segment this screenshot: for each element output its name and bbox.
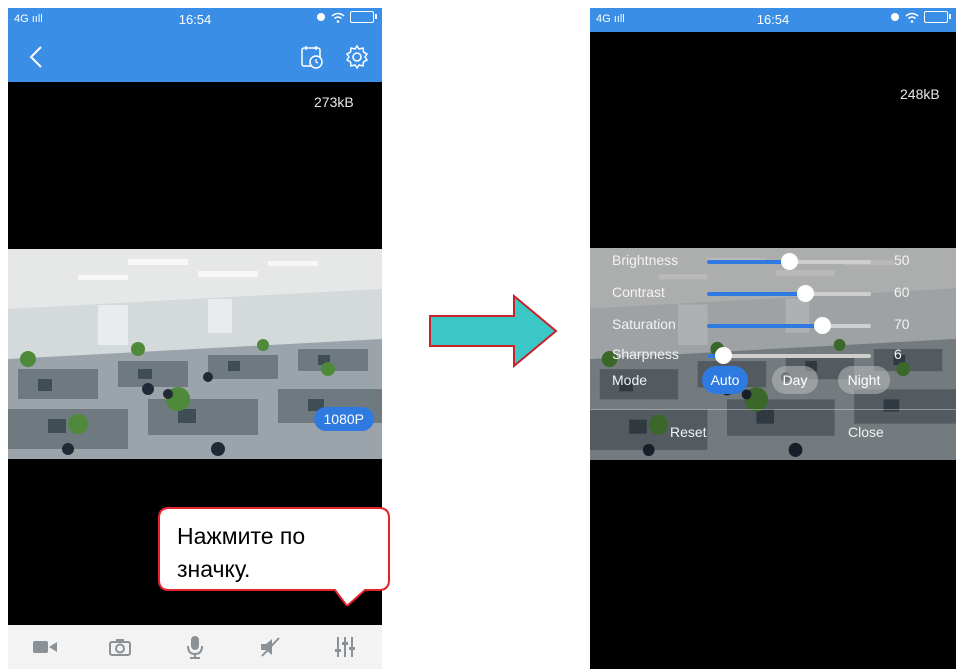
video-camera-icon — [33, 641, 58, 653]
alarm-icon — [891, 13, 899, 21]
resolution-badge[interactable]: 1080P — [313, 407, 374, 431]
live-video[interactable]: 1080P — [8, 249, 382, 459]
adjustment-value: 60 — [894, 284, 910, 300]
snapshot-button[interactable] — [102, 629, 138, 665]
adjustment-value: 6 — [894, 346, 902, 362]
adjustment-label: Saturation — [612, 316, 676, 332]
image-adjustment-panel: Brightness 50 Contrast 60 Saturation 70 … — [590, 244, 956, 456]
playback-calendar-icon[interactable] — [300, 44, 324, 70]
bottom-toolbar — [8, 625, 382, 669]
tooltip-line-2: значку. — [177, 556, 251, 582]
record-button[interactable] — [27, 629, 63, 665]
image-adjust-button[interactable] — [327, 629, 363, 665]
settings-gear-icon[interactable] — [344, 44, 370, 70]
adjustment-value: 70 — [894, 316, 910, 332]
battery-icon — [924, 11, 951, 23]
adjustment-label: Sharpness — [612, 346, 679, 362]
mode-day-button[interactable]: Day — [772, 366, 818, 394]
right-phone-screen: 4G ııll 16:54 248kB Brightness 50 Contra… — [590, 8, 956, 669]
talk-button[interactable] — [177, 629, 213, 665]
mode-auto-button[interactable]: Auto — [702, 366, 748, 394]
wifi-icon — [331, 12, 345, 23]
alarm-icon — [317, 13, 325, 21]
mute-button[interactable] — [252, 629, 288, 665]
bitrate-label: 273kB — [314, 94, 354, 110]
tooltip-callout: Нажмите по значку. — [157, 506, 391, 606]
brightness-row: Brightness 50 — [590, 248, 956, 276]
panel-divider — [590, 409, 956, 410]
saturation-row: Saturation 70 — [590, 312, 956, 340]
battery-icon — [350, 11, 377, 23]
equalizer-icon — [334, 637, 355, 657]
adjustment-value: 50 — [894, 252, 910, 268]
mode-label: Mode — [612, 372, 648, 388]
close-button[interactable]: Close — [848, 424, 884, 440]
microphone-icon — [186, 636, 203, 659]
tooltip-text: Нажмите по значку. — [177, 520, 305, 586]
adjustment-label: Brightness — [612, 252, 679, 268]
reset-button[interactable]: Reset — [670, 424, 707, 440]
contrast-slider[interactable] — [707, 285, 871, 302]
mode-night-button[interactable]: Night — [838, 366, 890, 394]
saturation-slider[interactable] — [707, 317, 871, 334]
transition-arrow-icon — [429, 294, 558, 368]
speaker-muted-icon — [260, 637, 280, 657]
status-icons — [316, 11, 377, 23]
sharpness-slider[interactable] — [707, 347, 871, 364]
contrast-row: Contrast 60 — [590, 280, 956, 308]
status-icons — [890, 11, 951, 23]
adjustment-label: Contrast — [612, 284, 665, 300]
camera-icon — [109, 639, 132, 656]
status-bar: 4G ııll 16:54 — [590, 8, 956, 32]
back-arrow-icon[interactable] — [22, 42, 52, 72]
bitrate-label: 248kB — [900, 86, 940, 102]
app-bar — [8, 32, 382, 82]
status-bar: 4G ııll 16:54 — [8, 8, 382, 32]
brightness-slider[interactable] — [707, 253, 871, 270]
wifi-icon — [905, 12, 919, 23]
tooltip-line-1: Нажмите по — [177, 523, 306, 549]
sharpness-row: Sharpness 6 — [590, 342, 956, 370]
